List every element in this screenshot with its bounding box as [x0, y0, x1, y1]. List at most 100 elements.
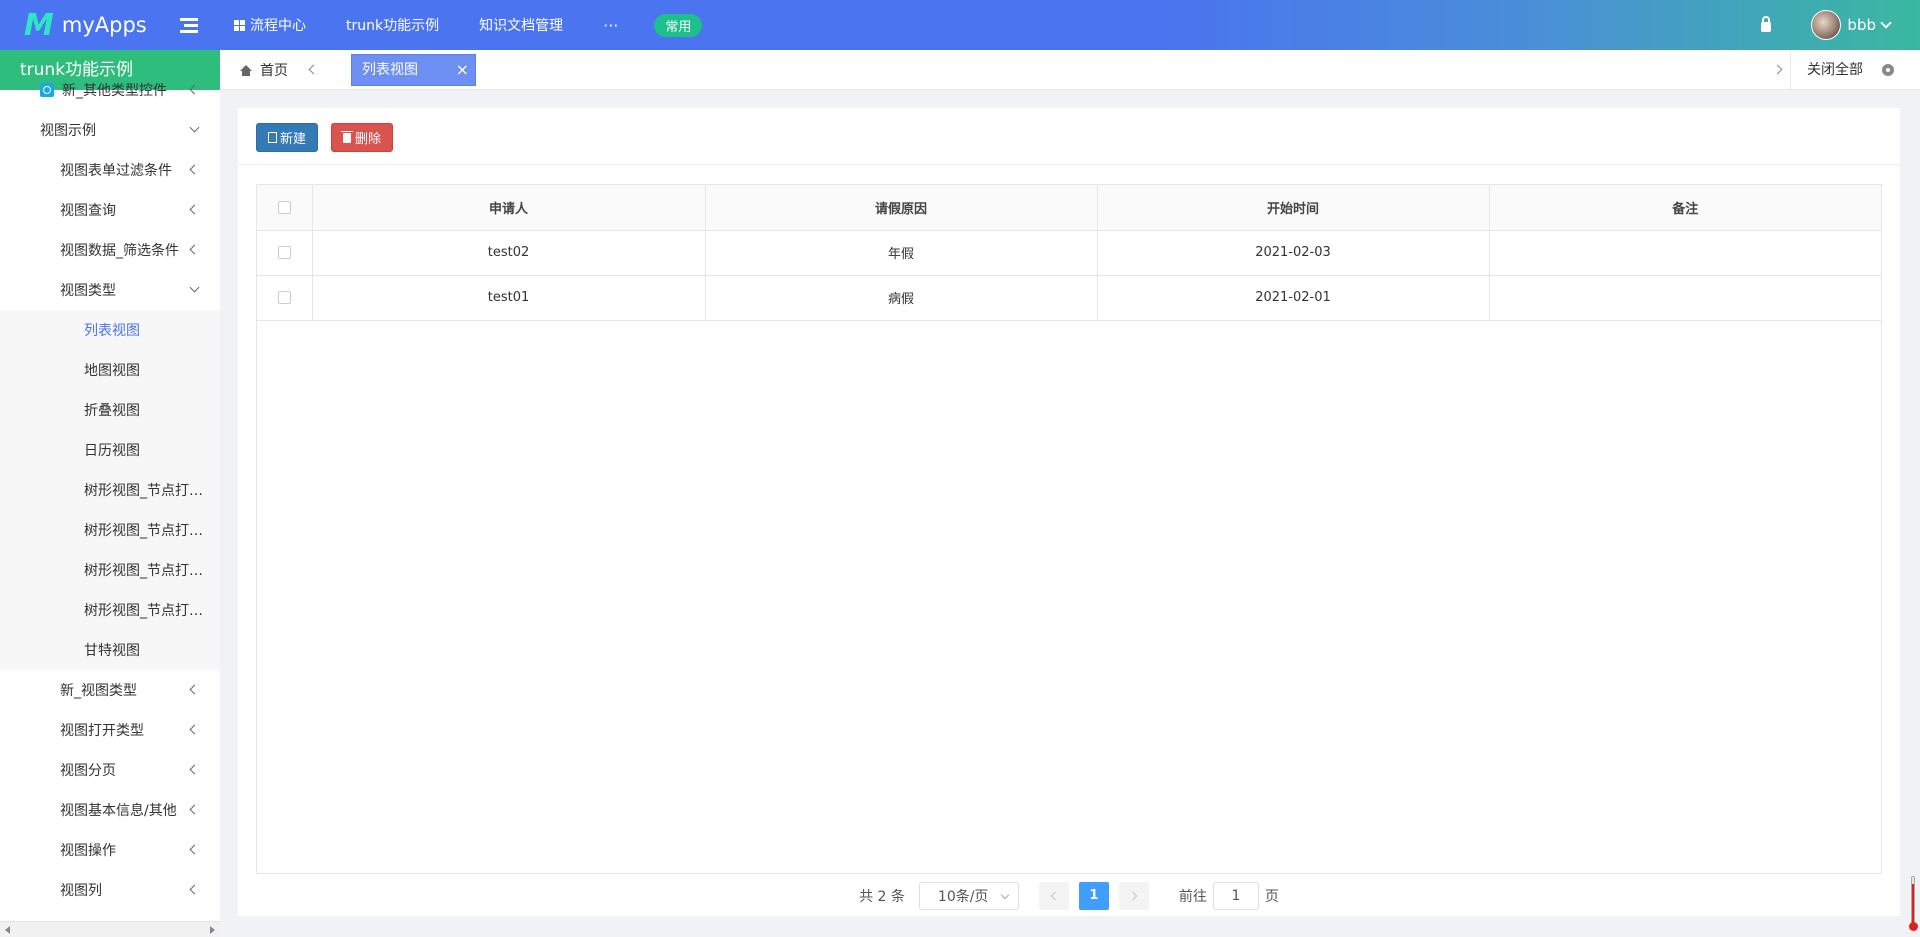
tab-scroll-left-icon[interactable]: [308, 64, 319, 75]
sidebar-item[interactable]: 视图类型: [0, 270, 220, 310]
sidebar-item[interactable]: 视图查询: [0, 190, 220, 230]
close-icon[interactable]: ×: [456, 55, 469, 85]
close-all-button[interactable]: 关闭全部: [1807, 50, 1863, 90]
tab-scroll-right-icon[interactable]: [1772, 64, 1783, 75]
row-checkbox[interactable]: [277, 246, 291, 259]
sidebar-item[interactable]: 视图分页: [0, 750, 220, 790]
new-button[interactable]: 新建: [256, 123, 319, 152]
sidebar-item[interactable]: 视图列: [0, 870, 220, 910]
divider: [1790, 50, 1791, 90]
next-page-button[interactable]: [1118, 881, 1149, 910]
table-cell: 病假: [705, 275, 1098, 321]
sidebar-item[interactable]: 视图数据_筛选条件: [0, 230, 220, 270]
prev-page-button[interactable]: [1038, 881, 1069, 910]
page-size-value: 10条/页: [937, 888, 989, 905]
goto-page-input[interactable]: [1212, 881, 1259, 910]
goto-label: 前往: [1178, 888, 1207, 905]
top-navbar: M myApps 流程中心 trunk功能示例 知识文档管理 ··· 常用 bb…: [0, 0, 1920, 50]
avatar[interactable]: [1811, 10, 1842, 40]
sidebar-item[interactable]: 甘特视图: [0, 630, 220, 670]
table-cell: [1489, 230, 1881, 276]
nav-item-knowledge-docs[interactable]: 知识文档管理: [479, 15, 563, 35]
chevron-left-icon: [189, 244, 200, 255]
sidebar-item[interactable]: 视图打开类型: [0, 710, 220, 750]
sidebar-item-label: 日历视图: [84, 443, 140, 459]
lock-icon[interactable]: [1761, 16, 1772, 32]
user-name[interactable]: bbb: [1847, 16, 1876, 34]
menu-toggle-icon[interactable]: [180, 14, 210, 36]
sidebar-menu: 新_其他类型控件视图示例视图表单过滤条件 视图查询视图数据_筛选条件视图类型列表视…: [0, 70, 220, 910]
nav-item-process-center[interactable]: 流程中心: [234, 15, 306, 35]
sidebar: trunk功能示例 新_其他类型控件 视图示例 视图表单过滤条件 视图查询 视图数据_筛…: [0, 50, 220, 937]
sidebar-item-label: 视图查询: [60, 203, 116, 219]
page-number-button[interactable]: 1: [1078, 881, 1109, 910]
sidebar-item[interactable]: 新_其他类型控件: [0, 70, 220, 110]
sidebar-item-label: 树形视图_节点打开...: [84, 483, 212, 499]
nav-item-label: trunk功能示例: [346, 18, 440, 34]
tab-label: 列表视图: [362, 62, 418, 78]
nav-item-trunk-demo[interactable]: trunk功能示例: [346, 15, 439, 35]
column-header[interactable]: 开始时间: [1097, 185, 1490, 231]
sidebar-item[interactable]: 新_视图类型: [0, 670, 220, 710]
goto-suffix: 页: [1264, 888, 1279, 905]
chevron-left-icon: [189, 724, 200, 735]
table-row[interactable]: test02 年假 2021-02-03: [257, 230, 1881, 276]
sidebar-item[interactable]: 视图表单过滤条件: [0, 150, 220, 190]
column-header[interactable]: 申请人: [312, 185, 706, 231]
select-all-checkbox[interactable]: [277, 200, 291, 214]
sidebar-item[interactable]: 视图示例: [0, 110, 220, 150]
pagination: 共 2 条 10条/页 1 前往 页: [238, 875, 1900, 916]
sidebar-item-label: 视图类型: [60, 283, 116, 299]
sidebar-item[interactable]: 日历视图: [0, 430, 220, 470]
scroll-right-icon[interactable]: [210, 926, 215, 934]
sidebar-item-label: 列表视图: [84, 323, 140, 339]
table-cell: [1489, 275, 1881, 321]
document-icon: [268, 132, 277, 143]
chevron-left-icon: [189, 844, 200, 855]
select-all-cell: [257, 185, 313, 231]
sidebar-item[interactable]: 视图操作: [0, 830, 220, 870]
nav-item-label: 知识文档管理: [479, 18, 564, 34]
sidebar-item[interactable]: 树形视图_节点打开...: [0, 470, 220, 510]
column-header[interactable]: 备注: [1489, 185, 1881, 231]
table-header-row: 申请人 请假原因 开始时间 备注: [257, 185, 1881, 231]
sidebar-item[interactable]: 树形视图_节点打开...: [0, 550, 220, 590]
home-icon: [240, 64, 252, 76]
sidebar-item-label: 新_其他类型控件: [62, 83, 167, 99]
app-logo[interactable]: M myApps: [0, 8, 180, 43]
sidebar-item-label: 新_视图类型: [60, 683, 137, 699]
sidebar-item[interactable]: 树形视图_节点打开...: [0, 590, 220, 630]
main-content: 新建 删除 申请人 请假原因 开始时间 备注 test02 年假 2021-02…: [238, 108, 1900, 916]
sidebar-item[interactable]: 列表视图: [0, 310, 220, 350]
tab-list-view[interactable]: 列表视图 ×: [351, 54, 476, 86]
grid-icon: [234, 19, 245, 31]
top-nav: 流程中心 trunk功能示例 知识文档管理 ··· 常用: [234, 13, 703, 37]
column-header[interactable]: 请假原因: [705, 185, 1098, 231]
more-menu-icon[interactable]: ···: [603, 16, 618, 35]
table-cell: test02: [312, 230, 706, 276]
scroll-left-icon[interactable]: [5, 926, 10, 934]
sidebar-item[interactable]: 地图视图: [0, 350, 220, 390]
sidebar-item[interactable]: 折叠视图: [0, 390, 220, 430]
common-badge-button[interactable]: 常用: [654, 13, 703, 37]
chevron-left-icon: [189, 84, 200, 95]
table-row[interactable]: test01 病假 2021-02-01: [257, 275, 1881, 321]
tab-bar: 首页 列表视图 × 关闭全部: [220, 50, 1920, 90]
table-cell: 2021-02-01: [1097, 275, 1490, 321]
gear-icon[interactable]: [1882, 64, 1894, 76]
sidebar-horizontal-scrollbar[interactable]: [0, 921, 220, 937]
page-size-select[interactable]: 10条/页: [918, 881, 1019, 910]
row-checkbox[interactable]: [277, 291, 291, 304]
chevron-down-icon[interactable]: [1880, 17, 1892, 29]
sidebar-item-label: 地图视图: [84, 363, 140, 379]
sidebar-item-label: 视图基本信息/其他: [60, 803, 177, 819]
nav-item-label: 流程中心: [250, 18, 306, 34]
sidebar-item-label: 视图表单过滤条件: [60, 163, 172, 179]
sidebar-item[interactable]: 视图基本信息/其他: [0, 790, 220, 830]
chevron-down-icon: [189, 122, 200, 133]
sidebar-item[interactable]: 树形视图_节点打开...: [0, 510, 220, 550]
tab-home[interactable]: 首页: [220, 50, 298, 90]
delete-button[interactable]: 删除: [331, 123, 394, 152]
toolbar: 新建 删除: [238, 108, 1900, 165]
table-cell: test01: [312, 275, 706, 321]
